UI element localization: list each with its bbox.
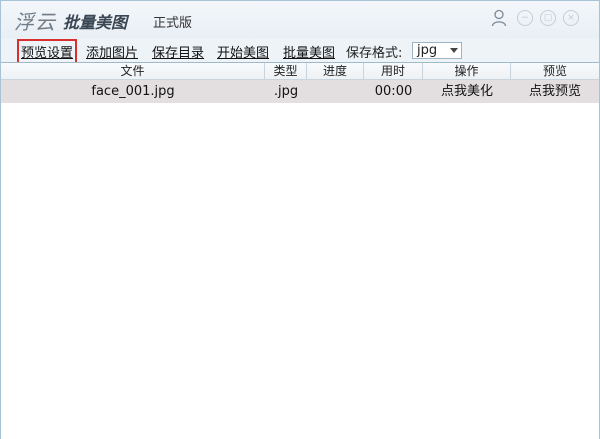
save-format-select[interactable]: jpg <box>412 42 462 59</box>
add-images-button[interactable]: 添加图片 <box>86 42 138 61</box>
file-table: 文件 类型 进度 用时 操作 预览 face_001.jpg .jpg 00:0… <box>1 62 599 439</box>
preview-link[interactable]: 点我预览 <box>511 80 599 103</box>
save-format-value: jpg <box>417 43 438 58</box>
cell-file: face_001.jpg <box>91 84 175 99</box>
save-format-label: 保存格式: <box>346 46 403 61</box>
app-logo-brand: 浮云 <box>14 10 56 34</box>
column-header-time[interactable]: 用时 <box>364 63 423 79</box>
cell-type: .jpg <box>273 84 299 99</box>
preview-settings-button[interactable]: 预览设置 <box>16 39 78 64</box>
save-directory-button[interactable]: 保存目录 <box>152 42 204 61</box>
start-beautify-button[interactable]: 开始美图 <box>217 42 269 61</box>
user-icon[interactable] <box>491 9 507 27</box>
app-window: 浮云 批量美图 正式版 − ▢ × 预览设置 添加图片 保存目录 开始美图 批量… <box>0 0 600 439</box>
batch-beautify-button[interactable]: 批量美图 <box>283 42 335 61</box>
table-header: 文件 类型 进度 用时 操作 预览 <box>1 63 599 80</box>
beautify-link[interactable]: 点我美化 <box>423 80 511 103</box>
edition-label: 正式版 <box>153 16 193 31</box>
cell-time: 00:00 <box>374 84 413 99</box>
table-row[interactable]: face_001.jpg .jpg 00:00 点我美化 点我预览 <box>1 80 599 103</box>
app-logo-name: 批量美图 <box>63 13 128 32</box>
column-header-progress[interactable]: 进度 <box>307 63 364 79</box>
column-header-file[interactable]: 文件 <box>1 63 265 79</box>
title-bar[interactable]: 浮云 批量美图 正式版 − ▢ × <box>1 1 599 38</box>
column-header-preview[interactable]: 预览 <box>511 63 599 79</box>
minimize-button[interactable]: − <box>517 10 533 26</box>
toolbar: 预览设置 添加图片 保存目录 开始美图 批量美图 保存格式: <box>1 38 599 64</box>
maximize-button[interactable]: ▢ <box>540 10 556 26</box>
column-header-action[interactable]: 操作 <box>423 63 511 79</box>
chevron-down-icon <box>450 48 458 53</box>
close-button[interactable]: × <box>563 10 579 26</box>
column-header-type[interactable]: 类型 <box>265 63 307 79</box>
cell-progress <box>307 80 364 103</box>
